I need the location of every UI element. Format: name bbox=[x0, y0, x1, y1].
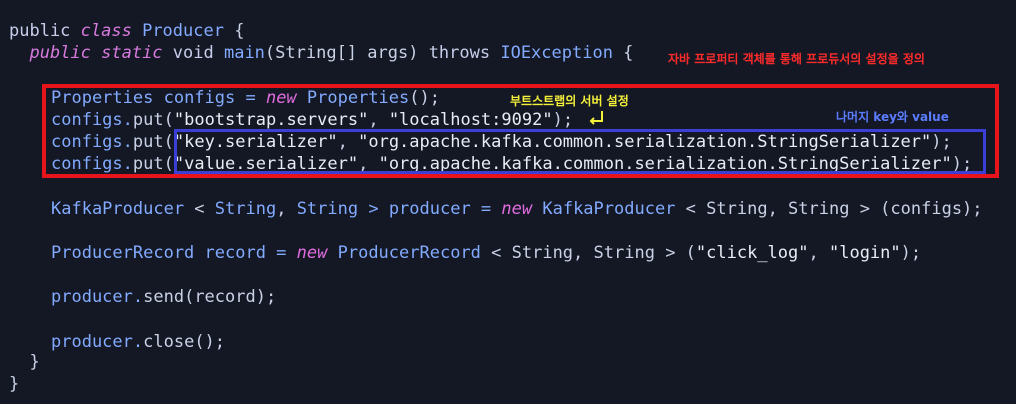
type: String bbox=[788, 199, 850, 219]
punctuation: (record); bbox=[184, 287, 277, 307]
class-name: Producer bbox=[142, 21, 224, 41]
variable: record = bbox=[194, 243, 297, 263]
type: String bbox=[706, 199, 768, 219]
method-name: send bbox=[143, 287, 185, 307]
keyword: new bbox=[296, 243, 338, 263]
punctuation: , bbox=[276, 199, 297, 219]
string: "click_log" bbox=[695, 243, 809, 263]
keyword: static bbox=[101, 43, 173, 63]
punctuation: } bbox=[9, 352, 40, 372]
code-line-close: producer.close(); bbox=[51, 331, 225, 353]
punctuation: { bbox=[223, 21, 245, 41]
keyword: new bbox=[501, 199, 543, 219]
keyword: throws bbox=[428, 43, 501, 63]
punctuation: > (configs); bbox=[849, 199, 983, 219]
annotation-bootstrap: 부트스트랩의 서버 설정 bbox=[510, 94, 629, 108]
annotation-properties: 자바 프로퍼티 객체를 통해 프로듀서의 설정을 정의 bbox=[668, 52, 925, 66]
code-line-close-brace-outer: } bbox=[9, 373, 19, 395]
type: String bbox=[214, 199, 277, 219]
punctuation: , bbox=[808, 243, 829, 263]
method-name: main bbox=[223, 43, 265, 63]
type: ProducerRecord bbox=[337, 243, 481, 263]
string: "login" bbox=[828, 243, 901, 263]
type: String bbox=[511, 243, 574, 263]
method-name: close bbox=[143, 332, 195, 352]
keyword: public bbox=[9, 21, 81, 41]
highlight-box-serializers bbox=[174, 129, 986, 174]
variable: producer. bbox=[51, 332, 144, 352]
punctuation: < bbox=[184, 199, 215, 219]
type: KafkaProducer bbox=[542, 199, 676, 219]
code-line-class: public class Producer { bbox=[9, 20, 244, 42]
type: String bbox=[593, 243, 655, 263]
arrow-icon bbox=[589, 111, 603, 125]
keyword: public bbox=[9, 43, 102, 63]
exception-type: IOException bbox=[500, 43, 613, 63]
code-line-kafka-producer: KafkaProducer < String, String > produce… bbox=[51, 198, 983, 220]
punctuation: < bbox=[675, 199, 707, 219]
punctuation: < bbox=[480, 243, 512, 263]
type: ProducerRecord bbox=[51, 243, 195, 263]
type: String bbox=[296, 199, 359, 219]
punctuation: , bbox=[573, 243, 594, 263]
punctuation: ); bbox=[900, 243, 922, 263]
params: (String[] args) bbox=[264, 43, 429, 63]
punctuation: > ( bbox=[654, 243, 696, 263]
code-line-close-brace-inner: } bbox=[9, 351, 40, 373]
annotation-key-value: 나머지 key와 value bbox=[836, 110, 949, 124]
keyword: class bbox=[80, 21, 143, 41]
punctuation: { bbox=[612, 43, 634, 63]
punctuation: } bbox=[9, 374, 20, 394]
code-line-send: producer.send(record); bbox=[51, 286, 276, 308]
keyword: void bbox=[172, 43, 224, 63]
variable: > producer = bbox=[358, 199, 502, 219]
code-line-main: public static void main(String[] args) t… bbox=[9, 42, 633, 64]
punctuation: (); bbox=[194, 332, 226, 352]
code-line-producer-record: ProducerRecord record = new ProducerReco… bbox=[51, 242, 921, 264]
punctuation: , bbox=[767, 199, 789, 219]
variable: producer. bbox=[51, 287, 144, 307]
type: KafkaProducer bbox=[51, 199, 185, 219]
